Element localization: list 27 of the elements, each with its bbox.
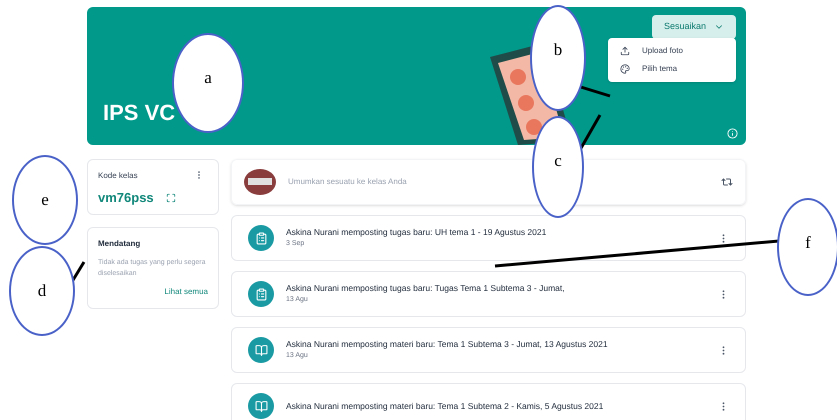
menu-item-label: Pilih tema	[642, 63, 678, 75]
clipboard-icon	[248, 225, 274, 251]
post-card[interactable]: Askina Nurani memposting materi baru: Tema 1 Subtema 2 - Kamis, 5 Agustus 2021	[231, 383, 746, 420]
post-title: Askina Nurani memposting materi baru: Tema 1 Subtema 2 - Kamis, 5 Agustus 2021	[286, 400, 604, 412]
post-title: Askina Nurani memposting tugas baru: Tugas Tema 1 Subtema 3 - Jumat,	[286, 282, 566, 296]
class-code-label: Kode kelas	[98, 170, 138, 182]
annotation-oval: e	[12, 155, 78, 245]
menu-item[interactable]: Pilih tema	[608, 60, 736, 78]
post-title: Askina Nurani memposting tugas baru: UH tema 1 - 19 Agustus 2021	[286, 226, 548, 240]
upload-icon	[620, 46, 630, 56]
annotation-oval: f	[777, 198, 837, 296]
book-icon	[248, 337, 274, 363]
announce-placeholder: Umumkan sesuatu ke kelas Anda	[288, 176, 408, 188]
avatar	[244, 169, 276, 195]
post-title: Askina Nurani memposting materi baru: Tema 1 Subtema 3 - Jumat, 13 Agustus 2021	[286, 338, 609, 352]
upcoming-title: Mendatang	[98, 238, 142, 250]
class-code: vm76pss	[98, 189, 154, 207]
info-icon[interactable]	[727, 128, 738, 139]
menu-item-label: Upload foto	[642, 45, 683, 57]
menu-item[interactable]: Upload foto	[608, 42, 736, 60]
fullscreen-icon[interactable]	[166, 192, 176, 203]
annotation-oval: d	[9, 246, 75, 336]
palette-icon	[620, 64, 630, 74]
view-all-link[interactable]: Lihat semua	[164, 286, 208, 298]
clipboard-icon	[248, 281, 274, 307]
customize-button[interactable]: Sesuaikan	[652, 15, 736, 38]
repost-icon[interactable]	[721, 176, 733, 188]
